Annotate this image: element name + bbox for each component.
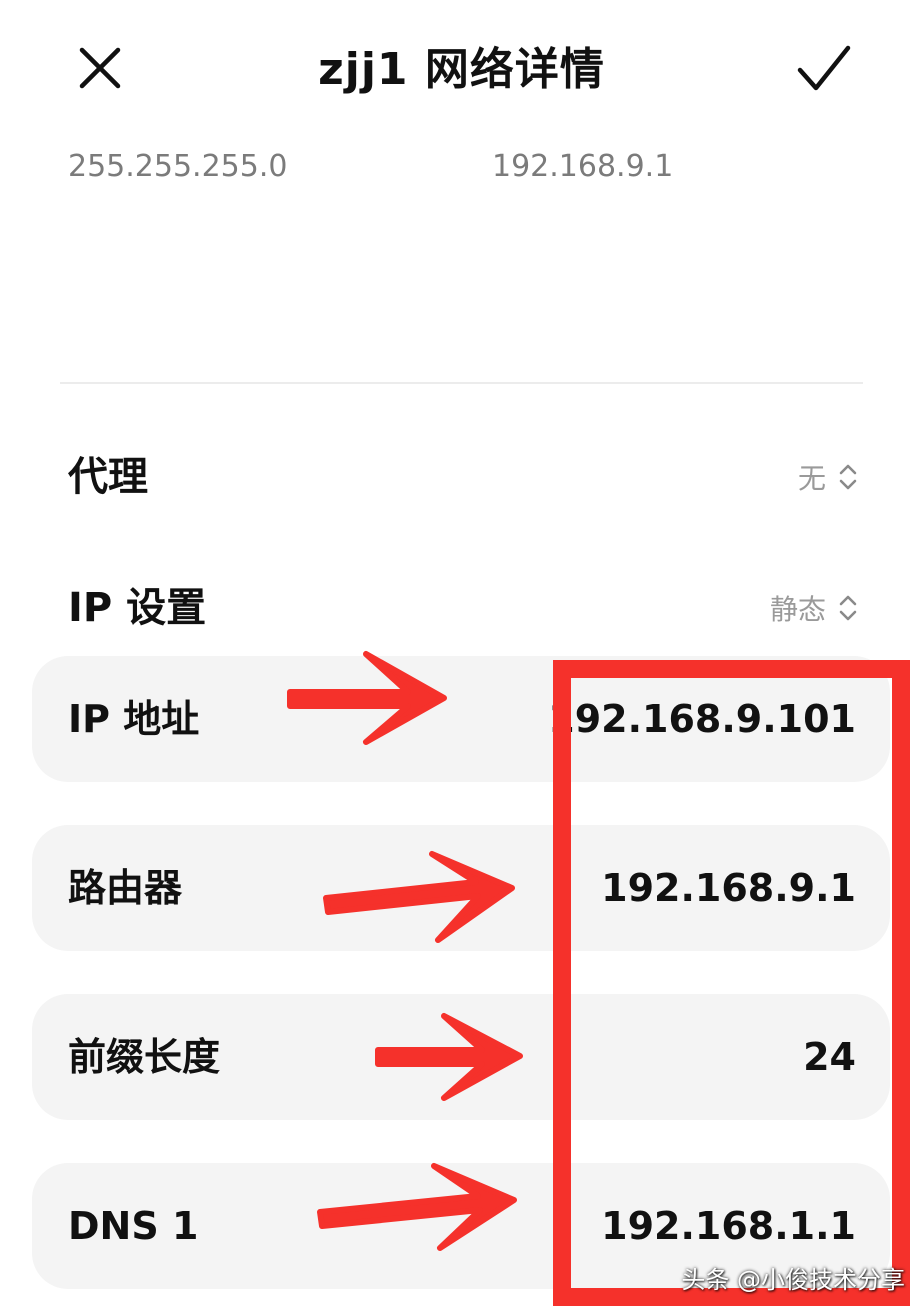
- check-icon: [797, 45, 851, 91]
- gateway-value: 192.168.9.1: [492, 149, 674, 184]
- field-value: 192.168.9.101: [548, 697, 856, 741]
- updown-chevron-icon: [839, 464, 857, 490]
- updown-chevron-icon: [839, 595, 857, 621]
- ip-settings-selector[interactable]: 静态: [770, 573, 858, 643]
- watermark: 头条 @小俊技术分享: [681, 1266, 905, 1294]
- proxy-selector[interactable]: 无: [798, 442, 858, 512]
- subnet-mask-value: 255.255.255.0: [68, 149, 288, 184]
- field-label: 前缀长度: [68, 1035, 221, 1079]
- ip-settings-row: IP 设置 静态: [68, 573, 858, 643]
- ip-settings-value: 静态: [769, 593, 826, 626]
- ip-settings-label: IP 设置: [68, 585, 207, 631]
- proxy-value: 无: [797, 462, 826, 495]
- field-value: 24: [803, 1035, 856, 1079]
- router-field[interactable]: 路由器 192.168.9.1: [32, 825, 890, 951]
- confirm-button[interactable]: [792, 38, 856, 98]
- proxy-row: 代理 无: [68, 442, 858, 512]
- page-title: zjj1 网络详情: [318, 44, 605, 95]
- field-value: 192.168.9.1: [601, 866, 856, 910]
- top-bar: zjj1 网络详情: [0, 0, 923, 140]
- ip-address-field[interactable]: IP 地址 192.168.9.101: [32, 656, 890, 782]
- field-label: IP 地址: [68, 697, 200, 741]
- field-label: DNS 1: [68, 1204, 199, 1248]
- field-label: 路由器: [68, 866, 183, 910]
- proxy-label: 代理: [68, 454, 148, 500]
- prefix-length-field[interactable]: 前缀长度 24: [32, 994, 890, 1120]
- divider: [60, 382, 863, 384]
